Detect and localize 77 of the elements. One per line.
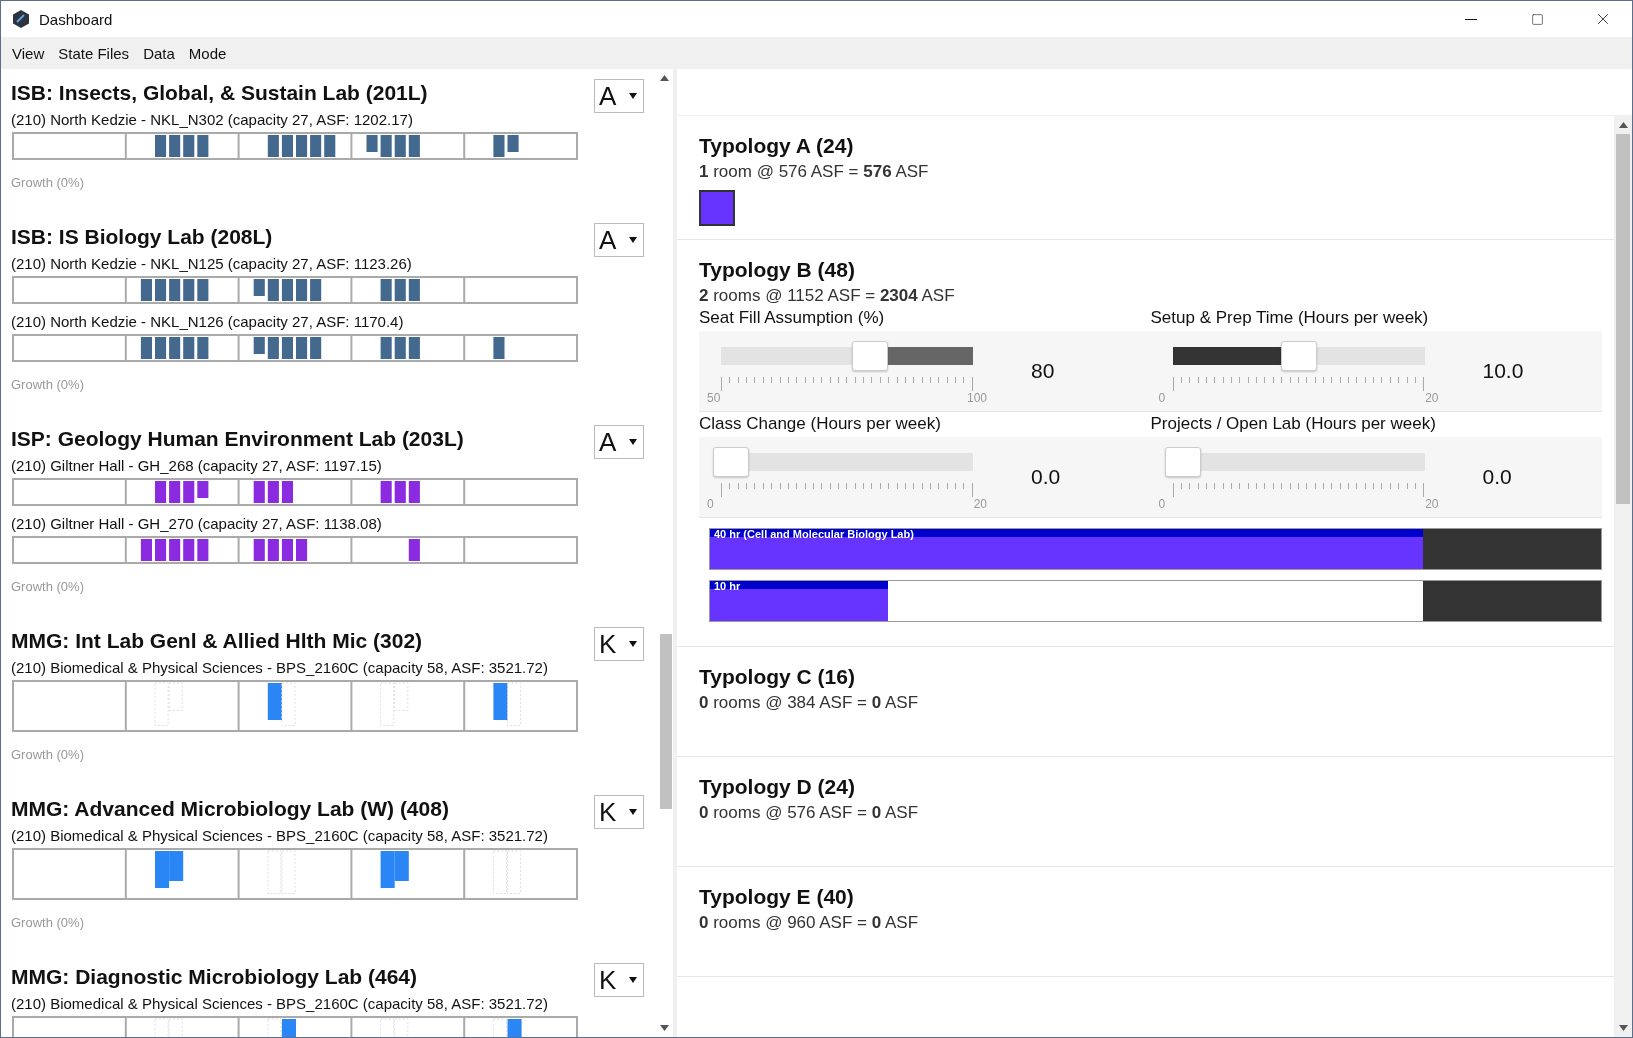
- caret-icon: [629, 237, 637, 243]
- scroll-down-icon[interactable]: [1618, 1025, 1628, 1031]
- typology-title: Typology E (40): [699, 885, 855, 909]
- menu-item[interactable]: State Files: [51, 44, 137, 62]
- lab-title: MMG: Int Lab Genl & Allied Hlth Mic (302): [11, 628, 424, 654]
- caret-icon: [629, 977, 637, 983]
- lab-title: MMG: Advanced Microbiology Lab (W) (408): [11, 796, 450, 822]
- typology-dropdown[interactable]: A: [594, 223, 644, 257]
- tick-label: 0: [707, 497, 714, 511]
- slider-label: Setup & Prep Time (Hours per week): [1150, 308, 1430, 328]
- usage-label: 10 hr: [714, 580, 741, 592]
- lab-title: MMG: Diagnostic Microbiology Lab (464): [11, 964, 419, 990]
- caret-icon: [629, 641, 637, 647]
- menu-item[interactable]: View: [5, 44, 52, 62]
- typology-dropdown[interactable]: K: [594, 963, 644, 997]
- slider-label: Class Change (Hours per week): [699, 414, 942, 434]
- tick-label: 0: [1158, 497, 1166, 511]
- typology-dropdown[interactable]: K: [594, 795, 644, 829]
- typology-title: Typology B (48): [699, 258, 856, 282]
- slider-value: 0.0: [1031, 465, 1061, 489]
- tick-label: 50: [707, 391, 721, 405]
- tick-label: 0: [1158, 391, 1166, 405]
- typology-summary: 2 rooms @ 1152 ASF = 2304 ASF: [699, 286, 956, 306]
- app-logo-icon: [11, 9, 31, 29]
- minimize-icon: [1465, 18, 1477, 20]
- typology-summary: 0 rooms @ 960 ASF = 0 ASF: [699, 913, 920, 933]
- growth-label: Growth (0%): [11, 579, 85, 594]
- room-info: (210) North Kedzie - NKL_N126 (capacity 27, ASF: 1170.4): [11, 313, 405, 330]
- scrollbar-thumb[interactable]: [1616, 134, 1630, 504]
- room-info: (210) Giltner Hall - GH_268 (capacity 27, ASF: 1197.15): [11, 457, 383, 474]
- slider-value: 10.0: [1482, 359, 1524, 383]
- maximize-icon: [1530, 12, 1544, 26]
- slider-handle[interactable]: [1280, 341, 1317, 371]
- menu-item[interactable]: Mode: [181, 44, 234, 62]
- slider-handle[interactable]: [1164, 447, 1201, 477]
- room-info: (210) Biomedical & Physical Sciences - BPS_2160C (capacity 58, ASF: 3521.72): [11, 995, 549, 1012]
- caret-icon: [629, 93, 637, 99]
- scroll-up-icon[interactable]: [1618, 122, 1628, 128]
- scroll-up-icon[interactable]: [660, 75, 669, 81]
- slider-handle[interactable]: [852, 341, 889, 371]
- typology-dropdown[interactable]: K: [594, 627, 644, 661]
- tick-label: 20: [1425, 497, 1439, 511]
- scroll-down-icon[interactable]: [660, 1025, 669, 1031]
- slider-label: Seat Fill Assumption (%): [699, 308, 886, 328]
- usage-label: 40 hr (Cell and Molecular Biology Lab): [714, 528, 914, 540]
- slider-label: Projects / Open Lab (Hours per week): [1150, 414, 1437, 434]
- room-info: (210) North Kedzie - NKL_N302 (capacity 27, ASF: 1202.17): [11, 111, 414, 128]
- growth-label: Growth (0%): [11, 915, 85, 930]
- lab-title: ISP: Geology Human Environment Lab (203L): [11, 426, 465, 452]
- room-info: (210) Biomedical & Physical Sciences - BPS_2160C (capacity 58, ASF: 3521.72): [11, 827, 549, 844]
- scrollbar-thumb[interactable]: [660, 634, 672, 809]
- room-info: (210) Giltner Hall - GH_270 (capacity 27, ASF: 1138.08): [11, 515, 383, 532]
- tick-label: 100: [966, 391, 987, 405]
- typology-title: Typology D (24): [699, 775, 856, 799]
- caret-icon: [629, 809, 637, 815]
- lab-title: ISB: IS Biology Lab (208L): [11, 224, 274, 250]
- slider-value: 80: [1031, 359, 1055, 383]
- slider-handle[interactable]: [713, 447, 749, 477]
- growth-label: Growth (0%): [11, 747, 85, 762]
- typology-dropdown[interactable]: A: [594, 425, 644, 459]
- typology-summary: 0 rooms @ 576 ASF = 0 ASF: [699, 803, 920, 823]
- lab-title: ISB: Insects, Global, & Sustain Lab (201L): [11, 80, 429, 106]
- room-info: (210) North Kedzie - NKL_N125 (capacity 27, ASF: 1123.26): [11, 255, 413, 272]
- room-info: (210) Biomedical & Physical Sciences - BPS_2160C (capacity 58, ASF: 3521.72): [11, 659, 549, 676]
- tick-label: 20: [973, 497, 987, 511]
- typology-summary: 1 room @ 576 ASF = 576 ASF: [699, 162, 930, 182]
- typology-dropdown[interactable]: A: [594, 79, 644, 113]
- slider-value: 0.0: [1482, 465, 1512, 489]
- window-title: Dashboard: [39, 10, 114, 28]
- typology-title: Typology A (24): [699, 134, 855, 158]
- caret-icon: [629, 439, 637, 445]
- menu-item[interactable]: Data: [136, 44, 182, 62]
- typology-summary: 0 rooms @ 384 ASF = 0 ASF: [699, 693, 920, 713]
- growth-label: Growth (0%): [11, 175, 85, 190]
- tick-label: 20: [1425, 391, 1439, 405]
- typology-title: Typology C (16): [699, 665, 856, 689]
- growth-label: Growth (0%): [11, 377, 85, 392]
